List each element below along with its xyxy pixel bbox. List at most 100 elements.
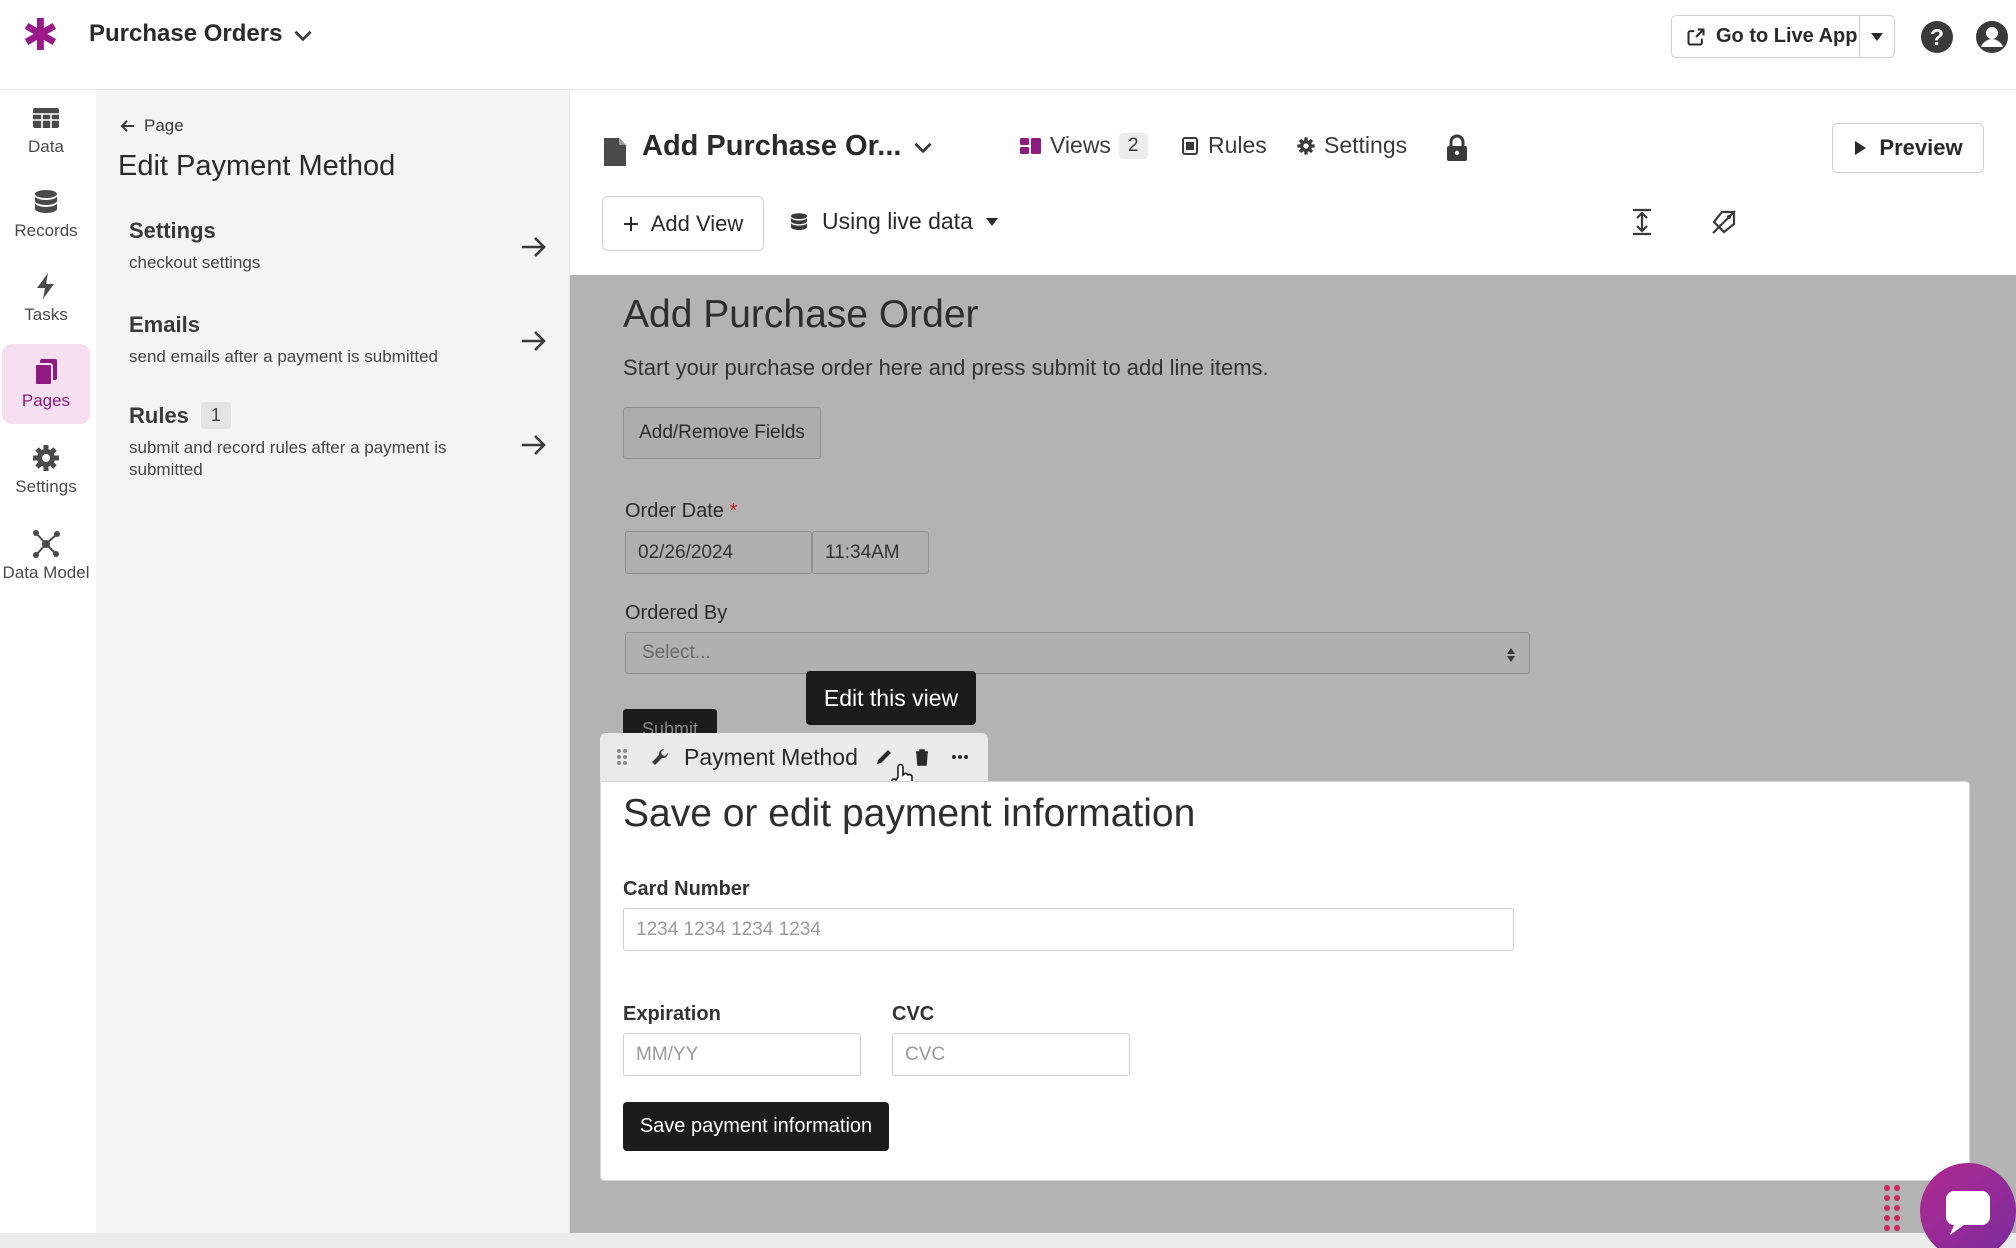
chevron-down-icon[interactable] bbox=[910, 134, 936, 160]
nav-item-label: Pages bbox=[21, 391, 71, 410]
panel-item-title: Settings bbox=[129, 218, 216, 243]
ordered-by-label: Ordered By bbox=[625, 602, 728, 624]
ordered-by-select[interactable]: Select... bbox=[625, 632, 1530, 674]
page-name[interactable]: Add Purchase Or... bbox=[642, 130, 901, 163]
lock-icon[interactable] bbox=[1444, 134, 1470, 162]
form-title: Add Purchase Order bbox=[623, 293, 979, 336]
go-to-live-app-main[interactable]: Go to Live App bbox=[1672, 16, 1860, 57]
expiration-input[interactable]: MM/YY bbox=[623, 1033, 861, 1076]
nav-item-records[interactable]: Records bbox=[2, 174, 90, 254]
card-number-input[interactable]: 1234 1234 1234 1234 bbox=[623, 908, 1514, 951]
chat-support-button[interactable] bbox=[1920, 1163, 2016, 1248]
add-remove-fields-button[interactable]: Add/Remove Fields bbox=[623, 407, 821, 459]
plus-icon bbox=[623, 216, 638, 231]
table-icon bbox=[33, 108, 59, 128]
back-to-page-link[interactable]: Page bbox=[120, 116, 184, 136]
nav-item-label: Data bbox=[28, 137, 64, 156]
panel-item-desc: submit and record rules after a payment … bbox=[129, 438, 447, 479]
top-bar: ✱ Purchase Orders Go to Live App ? bbox=[0, 0, 2016, 90]
panel-item-title: Rules bbox=[129, 402, 189, 428]
page-canvas: Add Purchase Order Start your purchase o… bbox=[570, 275, 2016, 1233]
play-icon bbox=[1855, 141, 1867, 155]
chevron-down-icon[interactable] bbox=[290, 22, 316, 48]
database-icon bbox=[790, 212, 808, 230]
nav-item-settings[interactable]: Settings bbox=[2, 430, 90, 510]
preview-button[interactable]: Preview bbox=[1832, 123, 1984, 173]
order-date-label-text: Order Date bbox=[625, 500, 724, 522]
settings-tab[interactable]: Settings bbox=[1296, 132, 1407, 159]
panel-item-desc: send emails after a payment is submitted bbox=[129, 347, 438, 366]
app-logo-icon[interactable]: ✱ bbox=[22, 14, 59, 58]
card-title: Save or edit payment information bbox=[623, 792, 1196, 835]
arrow-right-icon[interactable] bbox=[519, 430, 549, 460]
views-label: Views bbox=[1050, 132, 1111, 158]
payment-method-view[interactable]: Save or edit payment information Card Nu… bbox=[600, 781, 1970, 1181]
wrench-icon bbox=[652, 748, 669, 765]
cvc-label: CVC bbox=[892, 1003, 935, 1025]
app-title[interactable]: Purchase Orders bbox=[89, 20, 282, 48]
rules-icon bbox=[1182, 136, 1198, 155]
gear-icon bbox=[33, 445, 59, 471]
order-time-input[interactable]: 11:34AM bbox=[812, 531, 929, 574]
add-view-label: Add View bbox=[650, 210, 744, 236]
data-model-icon bbox=[33, 530, 60, 558]
external-link-icon bbox=[1687, 28, 1705, 45]
arrow-right-icon[interactable] bbox=[519, 326, 549, 356]
left-nav: Data Records Tasks Pages Settings Data M… bbox=[0, 90, 96, 1248]
caret-down-icon bbox=[985, 217, 998, 226]
go-to-live-app-label: Go to Live App bbox=[1716, 25, 1858, 47]
cvc-input[interactable]: CVC bbox=[892, 1033, 1130, 1076]
pages-icon bbox=[34, 359, 57, 386]
panel-item-settings[interactable]: Settings checkout settings bbox=[129, 218, 549, 274]
views-tab[interactable]: Views 2 bbox=[1020, 132, 1148, 159]
edit-view-panel: Page Edit Payment Method Settings checko… bbox=[96, 90, 570, 1248]
drag-handle-icon[interactable] bbox=[1882, 1183, 1902, 1235]
order-date-input[interactable]: 02/26/2024 bbox=[625, 531, 812, 574]
card-number-label: Card Number bbox=[623, 878, 750, 900]
panel-item-emails[interactable]: Emails send emails after a payment is su… bbox=[129, 312, 549, 368]
page-header: Add Purchase Or... Views 2 Rules Setting… bbox=[570, 90, 2016, 275]
ordered-by-placeholder: Select... bbox=[642, 642, 711, 663]
chat-icon bbox=[1946, 1191, 1990, 1235]
save-payment-button[interactable]: Save payment information bbox=[623, 1102, 889, 1151]
nav-item-label: Tasks bbox=[24, 305, 68, 324]
panel-item-rules[interactable]: Rules 1 submit and record rules after a … bbox=[129, 402, 549, 481]
view-name: Payment Method bbox=[684, 743, 858, 770]
panel-title: Edit Payment Method bbox=[118, 150, 396, 182]
live-app-dropdown-button[interactable] bbox=[1860, 16, 1894, 57]
select-arrows-icon bbox=[1507, 648, 1515, 662]
nav-item-tasks[interactable]: Tasks bbox=[2, 258, 90, 338]
preview-label: Preview bbox=[1879, 135, 1963, 160]
back-link-label: Page bbox=[144, 116, 184, 135]
arrow-right-icon[interactable] bbox=[519, 232, 549, 262]
hide-rules-icon[interactable] bbox=[1708, 206, 1740, 238]
order-date-label: Order Date * bbox=[625, 500, 737, 523]
document-icon bbox=[604, 138, 626, 166]
go-to-live-app-button[interactable]: Go to Live App bbox=[1671, 15, 1895, 58]
edit-view-tooltip: Edit this view bbox=[806, 671, 976, 725]
nav-item-data-model[interactable]: Data Model bbox=[2, 516, 90, 596]
nav-item-pages[interactable]: Pages bbox=[2, 344, 90, 424]
rules-count-badge: 1 bbox=[200, 402, 231, 429]
nav-item-data[interactable]: Data bbox=[2, 90, 90, 170]
arrow-left-icon bbox=[120, 120, 134, 132]
svg-text:?: ? bbox=[1930, 24, 1944, 50]
bolt-icon bbox=[37, 273, 54, 299]
more-options-icon[interactable] bbox=[950, 747, 970, 767]
panel-item-desc: checkout settings bbox=[129, 253, 261, 272]
views-icon bbox=[1020, 137, 1041, 154]
gear-icon bbox=[1297, 136, 1315, 155]
drag-handle-icon[interactable] bbox=[612, 747, 632, 767]
vertical-spacing-icon[interactable] bbox=[1626, 206, 1658, 238]
data-source-label: Using live data bbox=[822, 208, 973, 234]
account-icon[interactable] bbox=[1975, 20, 2009, 54]
add-view-button[interactable]: Add View bbox=[602, 196, 764, 251]
help-icon[interactable]: ? bbox=[1920, 20, 1954, 54]
data-source-dropdown[interactable]: Using live data bbox=[788, 208, 999, 235]
caret-down-icon bbox=[1871, 32, 1883, 41]
nav-item-label: Data Model bbox=[2, 563, 90, 582]
rules-tab[interactable]: Rules bbox=[1180, 132, 1267, 159]
views-count-badge: 2 bbox=[1118, 132, 1148, 159]
settings-label: Settings bbox=[1324, 132, 1408, 158]
bottom-scrollbar[interactable] bbox=[0, 1233, 2016, 1248]
